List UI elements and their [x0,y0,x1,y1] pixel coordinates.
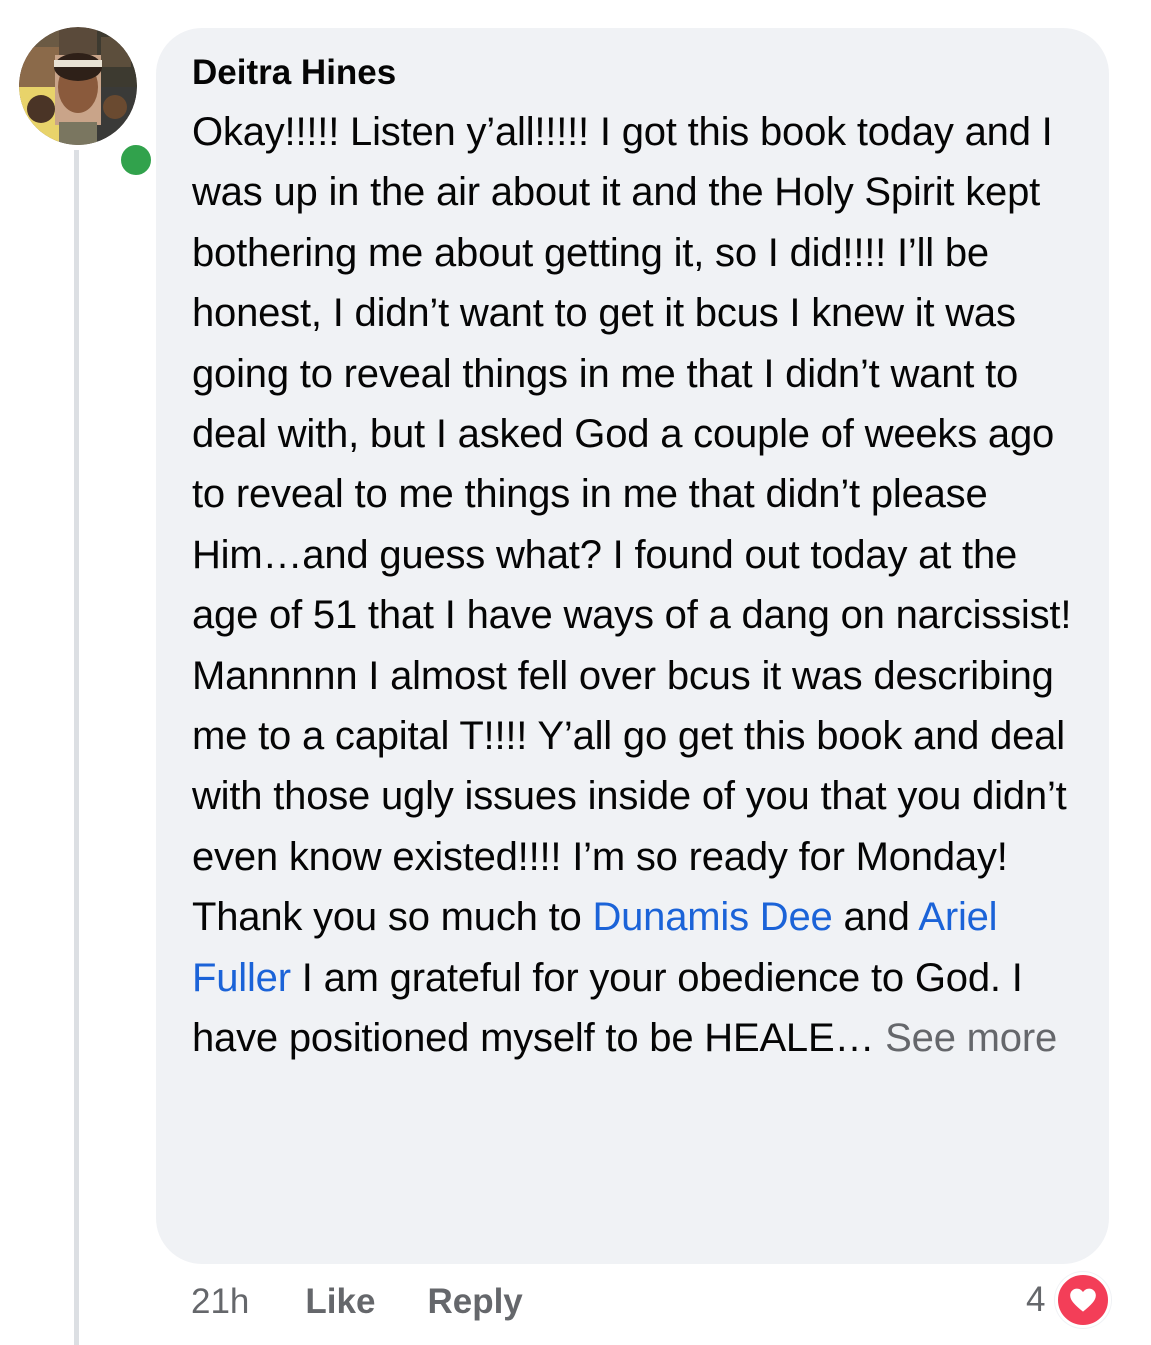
reaction-summary[interactable]: 4 [1026,1272,1112,1328]
comment-actions: 21h Like Reply [191,1278,523,1326]
thread-line [74,150,79,1345]
reply-button[interactable]: Reply [427,1282,522,1322]
comment-timestamp[interactable]: 21h [191,1282,249,1322]
reaction-count: 4 [1026,1280,1046,1319]
avatar[interactable] [19,27,156,180]
avatar-image [19,27,137,145]
comment-text-segment: and [832,895,919,940]
mention-link[interactable]: Dunamis Dee [592,895,832,939]
heart-icon [1055,1272,1112,1328]
comment-bubble: Deitra Hines Okay!!!!! Listen y’all!!!!!… [156,28,1109,1264]
see-more-link[interactable]: See more [885,1016,1057,1060]
like-button[interactable]: Like [305,1282,375,1322]
online-status-indicator [116,140,156,180]
comment-text-segment: Okay!!!!! Listen y’all!!!!! I got this b… [192,110,1072,940]
comment-author[interactable]: Deitra Hines [192,52,1079,94]
comment-text: Okay!!!!! Listen y’all!!!!! I got this b… [192,102,1079,1069]
